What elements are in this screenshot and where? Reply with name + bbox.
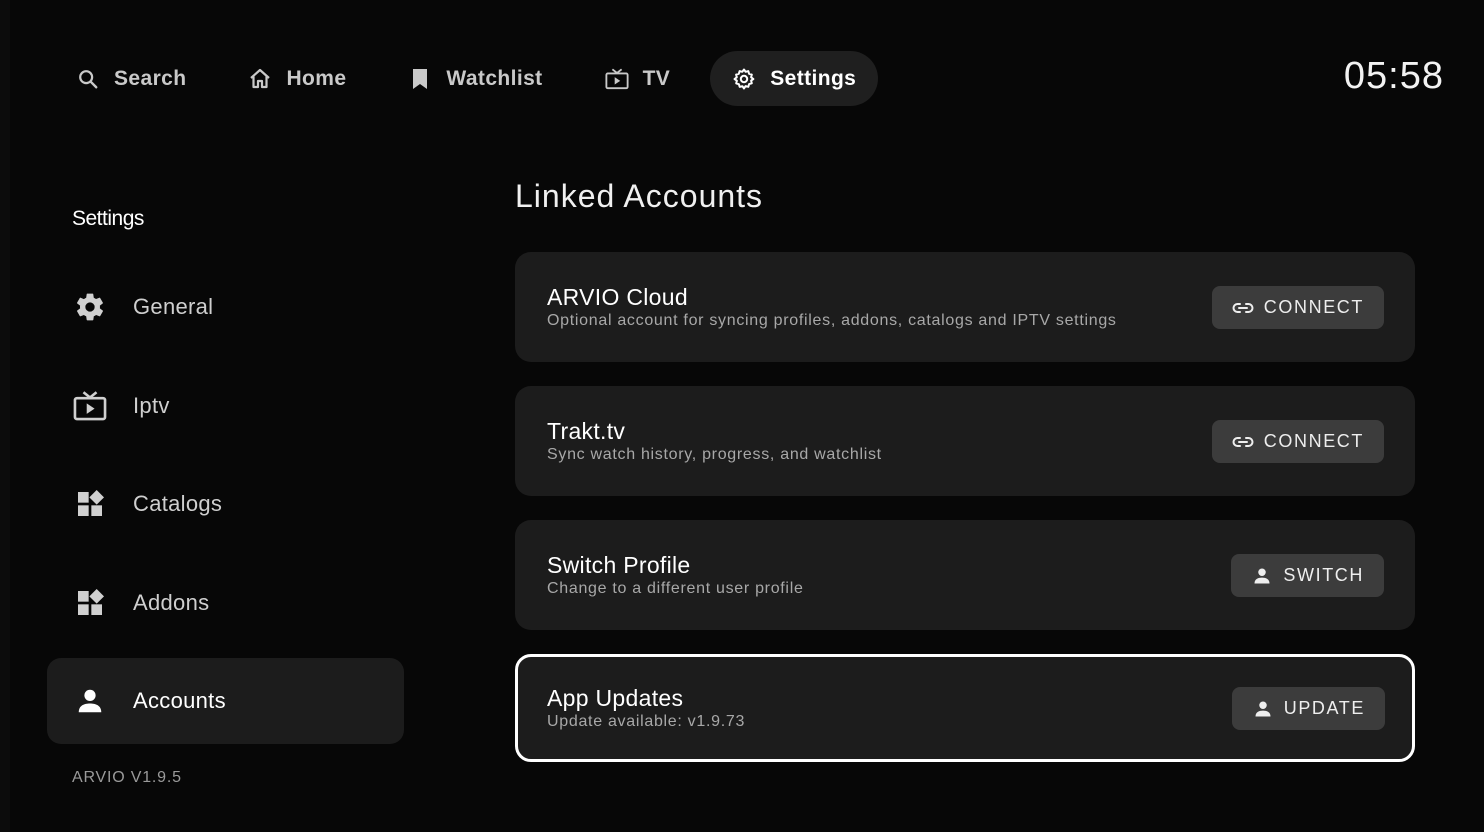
nav-watchlist-label: Watchlist — [446, 66, 543, 90]
card-title: ARVIO Cloud — [547, 284, 688, 310]
sidebar-item-label: Catalogs — [133, 491, 223, 516]
gear-icon — [732, 67, 756, 91]
card-title: App Updates — [547, 685, 684, 711]
tv-play-icon — [73, 389, 107, 423]
button-label: CONNECT — [1263, 431, 1364, 451]
nav-search-label: Search — [114, 66, 187, 90]
sidebar-item-catalogs[interactable]: Catalogs — [47, 461, 404, 547]
switch-button[interactable]: SWITCH — [1231, 554, 1384, 597]
sidebar-item-label: Iptv — [133, 392, 170, 418]
nav-settings-label: Settings — [770, 66, 857, 90]
clock: 05:58 — [1343, 55, 1444, 97]
nav-tv[interactable]: TV — [583, 51, 693, 106]
sidebar-item-label: General — [133, 294, 214, 319]
person-icon — [1252, 698, 1274, 720]
card-subtitle: Update available: v1.9.73 — [547, 713, 746, 730]
nav-tv-label: TV — [642, 66, 671, 90]
button-label: SWITCH — [1283, 565, 1364, 585]
page-title: Linked Accounts — [515, 178, 764, 214]
tv-icon — [605, 67, 629, 91]
card-subtitle: Change to a different user profile — [547, 580, 804, 597]
home-icon — [248, 67, 272, 91]
card-title: Trakt.tv — [547, 418, 626, 444]
nav-search[interactable]: Search — [54, 51, 208, 106]
app-version: ARVIO V1.9.5 — [72, 769, 182, 786]
sidebar-item-general[interactable]: General — [47, 264, 404, 350]
connect-button[interactable]: CONNECT — [1211, 286, 1384, 329]
nav-settings[interactable]: Settings — [710, 51, 879, 106]
widgets-icon — [73, 487, 107, 521]
left-edge-strip — [0, 0, 10, 832]
widgets-icon — [73, 586, 107, 620]
person-icon — [73, 684, 107, 718]
nav-home-label: Home — [286, 66, 347, 90]
button-label: CONNECT — [1263, 297, 1364, 317]
sidebar-item-label: Accounts — [133, 688, 226, 713]
account-card-trakt[interactable]: Trakt.tv Sync watch history, progress, a… — [515, 386, 1415, 496]
person-icon — [1251, 565, 1273, 587]
linked-accounts-list: ARVIO Cloud Optional account for syncing… — [515, 252, 1415, 786]
sidebar-item-iptv[interactable]: Iptv — [47, 363, 404, 449]
gear-icon — [73, 290, 107, 324]
card-subtitle: Optional account for syncing profiles, a… — [547, 312, 1117, 329]
sidebar-title: Settings — [72, 207, 144, 230]
sidebar-item-addons[interactable]: Addons — [47, 560, 404, 646]
top-navigation: Search Home Watchlist TV Settings — [54, 51, 896, 106]
card-title: Switch Profile — [547, 552, 691, 578]
account-card-switch-profile[interactable]: Switch Profile Change to a different use… — [515, 520, 1415, 630]
account-card-app-updates[interactable]: App Updates Update available: v1.9.73 UP… — [515, 654, 1415, 762]
sidebar-item-label: Addons — [133, 589, 210, 615]
nav-watchlist[interactable]: Watchlist — [386, 51, 564, 106]
settings-sidebar: General Iptv Catalogs Addons Accounts — [47, 264, 404, 757]
card-subtitle: Sync watch history, progress, and watchl… — [547, 446, 882, 463]
search-icon — [76, 67, 100, 91]
account-card-arvio-cloud[interactable]: ARVIO Cloud Optional account for syncing… — [515, 252, 1415, 362]
update-button[interactable]: UPDATE — [1231, 687, 1385, 730]
button-label: UPDATE — [1283, 698, 1365, 718]
connect-button[interactable]: CONNECT — [1211, 420, 1384, 463]
link-icon — [1232, 431, 1254, 453]
nav-home[interactable]: Home — [226, 51, 368, 106]
bookmark-icon — [408, 67, 432, 91]
sidebar-item-accounts[interactable]: Accounts — [47, 658, 404, 744]
link-icon — [1232, 297, 1254, 319]
